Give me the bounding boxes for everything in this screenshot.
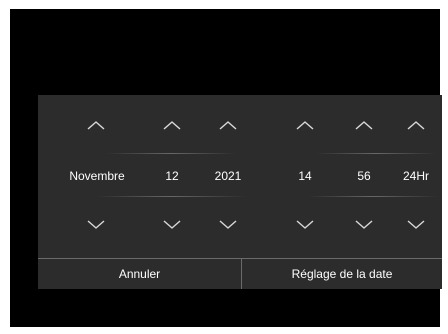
cancel-button[interactable]: Annuler <box>38 259 241 289</box>
format-down-chevron-icon[interactable] <box>406 219 426 231</box>
month-down-chevron-icon[interactable] <box>86 219 106 231</box>
date-selection-bottom-line <box>96 196 246 197</box>
day-up-chevron-icon[interactable] <box>162 119 182 131</box>
month-up-chevron-icon[interactable] <box>86 119 106 131</box>
minute-down-chevron-icon[interactable] <box>354 219 374 231</box>
year-up-chevron-icon[interactable] <box>218 119 238 131</box>
picker-wheels: Novembre 12 2021 14 56 24Hr <box>38 95 442 258</box>
hour-up-chevron-icon[interactable] <box>295 119 315 131</box>
time-selection-bottom-line <box>308 196 438 197</box>
date-time-picker-dialog: Novembre 12 2021 14 56 24Hr Annuler Régl… <box>38 95 442 289</box>
time-format-value[interactable]: 24Hr <box>394 167 438 185</box>
hour-value[interactable]: 14 <box>285 167 325 185</box>
month-value[interactable]: Novembre <box>52 167 142 185</box>
screen: Novembre 12 2021 14 56 24Hr Annuler Régl… <box>10 9 442 327</box>
year-down-chevron-icon[interactable] <box>218 219 238 231</box>
date-selection-top-line <box>106 153 236 154</box>
button-bar: Annuler Réglage de la date <box>38 258 442 289</box>
hour-down-chevron-icon[interactable] <box>295 219 315 231</box>
year-value[interactable]: 2021 <box>203 167 253 185</box>
format-up-chevron-icon[interactable] <box>406 119 426 131</box>
minute-up-chevron-icon[interactable] <box>354 119 374 131</box>
set-date-button[interactable]: Réglage de la date <box>242 259 442 289</box>
day-value[interactable]: 12 <box>152 167 192 185</box>
time-selection-top-line <box>316 153 436 154</box>
minute-value[interactable]: 56 <box>344 167 384 185</box>
day-down-chevron-icon[interactable] <box>162 219 182 231</box>
